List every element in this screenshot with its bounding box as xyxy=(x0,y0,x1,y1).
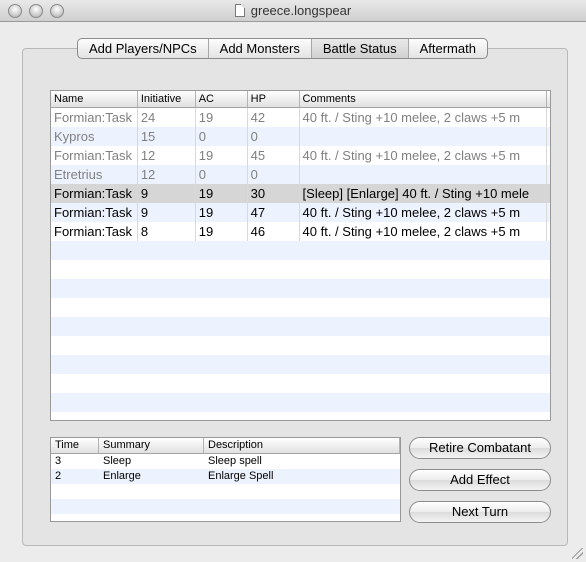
combatant-table[interactable]: Name Initiative AC HP Comments Formian:T… xyxy=(50,90,551,421)
combatant-row[interactable]: Formian:Task 9 19 30 [Sleep] [Enlarge] 4… xyxy=(51,184,550,203)
combatant-row[interactable]: Formian:Task 8 19 46 40 ft. / Sting +10 … xyxy=(51,222,550,241)
cell-filler xyxy=(547,108,550,127)
tab-add-players-npcs[interactable]: Add Players/NPCs xyxy=(78,39,209,58)
cell-initiative: 12 xyxy=(138,165,196,184)
tab-bar: Add Players/NPCs Add Monsters Battle Sta… xyxy=(77,38,488,59)
cell-summary: Sleep xyxy=(103,455,132,467)
cell-initiative: 8 xyxy=(138,222,196,241)
effects-table-header: Time Summary Description xyxy=(51,438,400,454)
empty-row xyxy=(51,279,550,298)
cell-initiative: 15 xyxy=(138,127,196,146)
empty-row xyxy=(51,298,550,317)
combatant-row[interactable]: Formian:Task 9 19 47 40 ft. / Sting +10 … xyxy=(51,203,550,222)
cell-filler xyxy=(547,127,550,146)
effect-row[interactable]: 2 Enlarge Enlarge Spell xyxy=(51,469,400,484)
empty-row xyxy=(51,336,550,355)
cell-comments: 40 ft. / Sting +10 melee, 2 claws +5 m xyxy=(300,222,548,241)
combatant-table-header: Name Initiative AC HP Comments xyxy=(51,91,550,108)
cell-initiative: 9 xyxy=(138,203,196,222)
cell-ac: 19 xyxy=(196,222,248,241)
cell-hp: 45 xyxy=(248,146,300,165)
add-effect-button[interactable]: Add Effect xyxy=(409,469,551,491)
cell-comments xyxy=(300,165,548,184)
retire-combatant-button[interactable]: Retire Combatant xyxy=(409,437,551,459)
window-title-text: greece.longspear xyxy=(250,3,352,18)
cell-ac: 0 xyxy=(196,165,248,184)
column-header-comments[interactable]: Comments xyxy=(300,91,548,107)
window-title: greece.longspear xyxy=(0,3,586,18)
cell-ac: 19 xyxy=(196,184,248,203)
empty-row xyxy=(51,412,550,420)
cell-name: Formian:Task xyxy=(51,108,138,127)
cell-name: Formian:Task xyxy=(51,222,138,241)
combatant-row[interactable]: Etretrius 12 0 0 xyxy=(51,165,550,184)
combatant-row[interactable]: Formian:Task 12 19 45 40 ft. / Sting +10… xyxy=(51,146,550,165)
resize-grip-icon[interactable] xyxy=(572,548,583,559)
cell-comments xyxy=(300,127,548,146)
cell-comments: 40 ft. / Sting +10 melee, 2 claws +5 m xyxy=(300,108,548,127)
next-turn-button[interactable]: Next Turn xyxy=(409,501,551,523)
empty-row xyxy=(51,355,550,374)
empty-row xyxy=(51,484,400,499)
combatant-row[interactable]: Kypros 15 0 0 xyxy=(51,127,550,146)
tab-battle-status[interactable]: Battle Status xyxy=(311,39,409,58)
column-header-filler xyxy=(547,91,550,107)
tab-aftermath[interactable]: Aftermath xyxy=(409,39,487,58)
cell-hp: 42 xyxy=(248,108,300,127)
cell-initiative: 12 xyxy=(138,146,196,165)
cell-description: Sleep spell xyxy=(208,455,262,467)
cell-filler xyxy=(547,146,550,165)
cell-filler xyxy=(547,184,550,203)
cell-comments: 40 ft. / Sting +10 melee, 2 claws +5 m xyxy=(300,203,548,222)
document-icon xyxy=(234,4,245,17)
cell-name: Formian:Task xyxy=(51,184,138,203)
empty-row xyxy=(51,260,550,279)
tab-add-monsters[interactable]: Add Monsters xyxy=(209,39,312,58)
empty-row xyxy=(51,241,550,260)
cell-name: Kypros xyxy=(51,127,138,146)
cell-ac: 0 xyxy=(196,127,248,146)
empty-row xyxy=(51,499,400,514)
column-header-hp[interactable]: HP xyxy=(248,91,300,107)
cell-comments: 40 ft. / Sting +10 melee, 2 claws +5 m xyxy=(300,146,548,165)
cell-comments: [Sleep] [Enlarge] 40 ft. / Sting +10 mel… xyxy=(300,184,548,203)
cell-name: Formian:Task xyxy=(51,203,138,222)
column-header-time[interactable]: Time xyxy=(51,438,99,453)
cell-hp: 0 xyxy=(248,165,300,184)
cell-ac: 19 xyxy=(196,203,248,222)
cell-filler xyxy=(547,222,550,241)
combatant-row[interactable]: Formian:Task 24 19 42 40 ft. / Sting +10… xyxy=(51,108,550,127)
cell-time: 2 xyxy=(55,470,62,482)
cell-hp: 47 xyxy=(248,203,300,222)
column-header-ac[interactable]: AC xyxy=(196,91,248,107)
cell-initiative: 9 xyxy=(138,184,196,203)
column-header-summary[interactable]: Summary xyxy=(99,438,204,453)
column-header-description[interactable]: Description xyxy=(204,438,400,453)
cell-ac: 19 xyxy=(196,108,248,127)
cell-initiative: 24 xyxy=(138,108,196,127)
cell-filler xyxy=(547,203,550,222)
effects-table-body: 3 Sleep Sleep spell 2 Enlarge Enlarge Sp… xyxy=(51,454,400,514)
cell-name: Formian:Task xyxy=(51,146,138,165)
combatant-table-body: Formian:Task 24 19 42 40 ft. / Sting +10… xyxy=(51,108,550,420)
cell-summary: Enlarge xyxy=(103,470,141,482)
effects-table[interactable]: Time Summary Description 3 Sleep Sleep s… xyxy=(50,437,401,522)
cell-hp: 30 xyxy=(248,184,300,203)
column-header-initiative[interactable]: Initiative xyxy=(138,91,196,107)
empty-row xyxy=(51,393,550,412)
cell-name: Etretrius xyxy=(51,165,138,184)
cell-description: Enlarge Spell xyxy=(208,470,274,482)
cell-hp: 46 xyxy=(248,222,300,241)
app-window: greece.longspear Add Players/NPCs Add Mo… xyxy=(0,0,586,562)
cell-ac: 19 xyxy=(196,146,248,165)
cell-hp: 0 xyxy=(248,127,300,146)
empty-row xyxy=(51,374,550,393)
column-header-name[interactable]: Name xyxy=(51,91,138,107)
title-bar[interactable]: greece.longspear xyxy=(0,0,586,22)
cell-filler xyxy=(547,165,550,184)
empty-row xyxy=(51,317,550,336)
effect-row[interactable]: 3 Sleep Sleep spell xyxy=(51,454,400,469)
cell-time: 3 xyxy=(55,455,62,467)
